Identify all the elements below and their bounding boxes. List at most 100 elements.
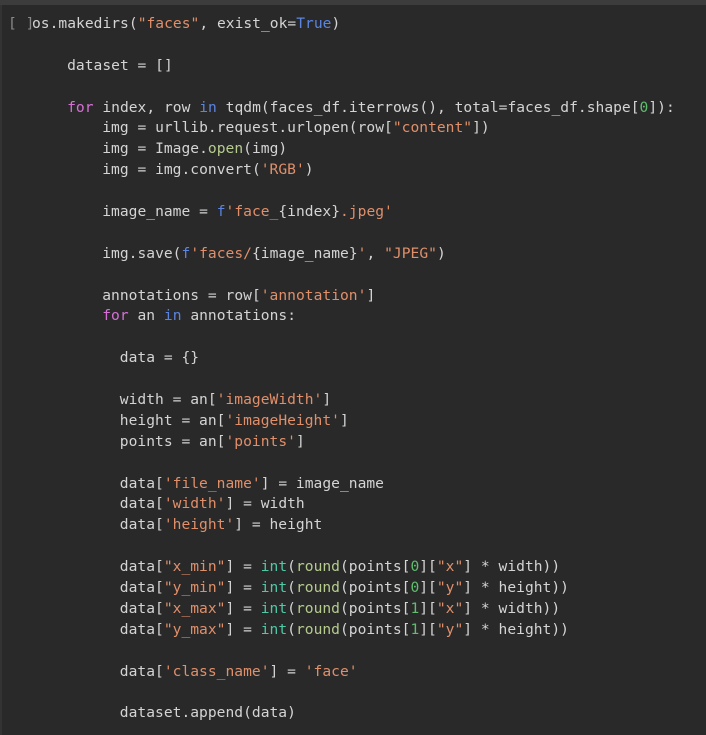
code-token-plain: data[ [119,474,164,492]
code-line: points = an['points'] [0,432,706,453]
code-token-plain: dataset = [] [67,56,173,74]
code-line: annotations = row['annotation'] [0,286,706,307]
code-token-builtin: int [260,620,288,638]
code-token-plain: (img) [243,140,288,158]
code-token-number: 1 [410,620,420,638]
code-token-plain: ][ [419,558,437,576]
code-token-plain: annotations: [181,307,296,325]
code-token-plain: ] [322,391,332,409]
code-token-string: 'faces/ [190,244,252,262]
code-line: for index, row in tqdm(faces_df.iterrows… [0,98,706,119]
code-token-plain: ( [287,579,296,597]
code-line: data['file_name'] = image_name [0,474,706,495]
code-token-plain: data = {} [119,349,200,367]
code-token-string: "x_max" [163,599,226,617]
code-token-plain: an [128,307,164,325]
code-token-plain: ] = [225,620,261,638]
code-line: img = img.convert('RGB') [0,160,706,181]
code-token-string: 'width' [163,495,226,513]
code-token-plain: ][ [419,579,437,597]
code-token-plain: (points[ [339,620,411,638]
code-token-plain: points = an[ [119,432,226,450]
code-line: data['class_name'] = 'face' [0,662,706,683]
code-token-string: 'file_name' [163,474,261,492]
code-token-string: 'RGB' [260,161,305,179]
code-token-string: 'face' [304,662,358,680]
code-line: data["x_min"] = int(round(points[0]["x"]… [0,557,706,578]
code-line: os.makedirs("faces", exist_ok=True) [0,14,706,35]
code-token-string: 'class_name' [163,662,270,680]
code-token-plain: ] * width)) [463,599,561,617]
code-token-plain: , [366,244,385,262]
code-token-builtin: int [260,558,288,576]
code-token-plain: data[ [119,620,164,638]
code-line: width = an['imageWidth'] [0,390,706,411]
code-token-number: 0 [410,558,420,576]
code-token-plain: ] * height)) [463,579,569,597]
code-token-plain: img.save( [102,244,182,262]
code-token-operator_keyword: True [296,15,332,32]
code-token-plain: data[ [119,579,164,597]
code-token-plain: {image_name} [251,244,358,262]
code-line: data["y_min"] = int(round(points[0]["y"]… [0,578,706,599]
code-token-builtin: int [260,599,288,617]
code-token-string: "y" [436,579,464,597]
code-token-plain: os.makedirs( [32,15,138,32]
code-token-string: "JPEG" [384,244,437,262]
code-token-plain: data[ [119,599,164,617]
code-token-plain: {index} [278,203,341,221]
code-token-plain: width = an[ [119,391,217,409]
code-token-plain: ) [331,15,341,32]
code-line: img = urllib.request.urlopen(row["conten… [0,118,706,139]
code-line: data['width'] = width [0,494,706,515]
code-token-string: "x" [436,558,464,576]
code-token-keyword: for [102,307,129,325]
code-token-plain: ] = height [234,516,323,534]
code-token-string: 'height' [163,516,235,534]
code-line: data['height'] = height [0,515,706,536]
code-token-string: "y" [436,620,464,638]
code-token-plain: ) [304,161,314,179]
code-token-plain: ( [287,599,296,617]
code-token-plain: (points[ [339,579,411,597]
code-token-plain: ( [287,558,296,576]
code-token-function: round [295,579,340,597]
code-token-plain: ] * height)) [463,620,569,638]
code-token-plain: index, row [93,98,200,116]
code-token-operator_keyword: in [163,307,182,325]
code-token-operator_keyword: f [216,203,226,221]
code-token-plain: (points[ [339,599,411,617]
code-token-operator_keyword: in [199,98,217,116]
code-token-string: 'imageHeight' [225,411,340,429]
code-token-plain: ] = width [225,495,305,513]
code-token-plain: img = Image. [102,140,208,158]
code-token-string: 'imageWidth' [216,391,323,409]
code-token-function: open [207,140,244,158]
code-line: dataset = [] [0,56,706,77]
code-line: data["x_max"] = int(round(points[1]["x"]… [0,599,706,620]
code-token-string: "y_min" [163,579,226,597]
code-token-keyword: for [67,98,94,116]
code-token-plain: ] = [225,558,261,576]
code-token-string: 'points' [225,432,296,450]
code-token-string: "content" [392,119,473,137]
code-token-string: "x_min" [163,558,226,576]
code-token-number: 1 [410,599,420,617]
code-token-function: round [295,620,340,638]
code-token-plain: img = urllib.request.urlopen(row[ [102,119,393,137]
code-token-plain: tqdm(faces_df.iterrows(), total=faces_df… [216,98,640,116]
code-line: dataset.append(data) [0,703,706,724]
code-cell[interactable]: [ ] os.makedirs("faces", exist_ok=True) … [0,0,706,735]
code-token-function: round [295,599,340,617]
code-token-plain: ] = [269,662,305,680]
code-line: height = an['imageHeight'] [0,411,706,432]
code-editor[interactable]: os.makedirs("faces", exist_ok=True) data… [0,5,706,735]
code-line: img.save(f'faces/{image_name}', "JPEG") [0,244,706,265]
